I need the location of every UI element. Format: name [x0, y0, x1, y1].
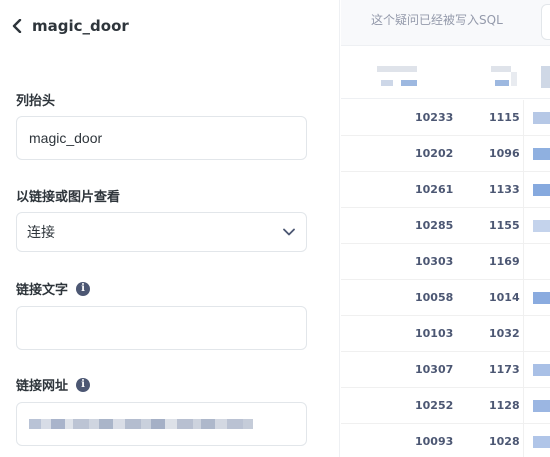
chevron-down-icon	[282, 225, 296, 239]
cell-value: 1155	[489, 219, 520, 232]
table-row[interactable]: 10093 1028	[341, 424, 550, 457]
cell-value: 1115	[489, 111, 520, 124]
display-as-label-text: 以链接或图片查看	[16, 190, 121, 205]
column-divider	[523, 388, 524, 424]
cell-value: 1173	[489, 363, 520, 376]
column-title-input[interactable]: magic_door	[16, 116, 307, 160]
link-text-label-text: 链接文字	[16, 283, 69, 298]
cell-id: 10303	[415, 255, 454, 268]
column-title-value: magic_door	[29, 130, 103, 146]
info-icon[interactable]: i	[76, 281, 91, 296]
cell-id: 10093	[415, 435, 454, 448]
link-url-label-text: 链接网址	[16, 379, 69, 394]
cell-id: 10285	[415, 219, 454, 232]
column-divider	[523, 172, 524, 208]
column-divider	[523, 100, 524, 136]
blurred-cell	[533, 436, 550, 448]
cell-id: 10233	[415, 111, 454, 124]
blurred-cell	[533, 112, 550, 124]
blurred-cell	[533, 184, 550, 196]
table-row[interactable]: 10303 1169	[341, 244, 550, 280]
column-title-label-text: 列抬头	[16, 94, 56, 109]
cell-value: 1014	[489, 291, 520, 304]
column-divider	[523, 280, 524, 316]
column-header-blurred[interactable]	[377, 66, 417, 72]
info-icon[interactable]: i	[76, 377, 91, 392]
table-row[interactable]: 10307 1173	[341, 352, 550, 388]
column-title-label: 列抬头	[16, 90, 55, 109]
table-row[interactable]: 10233 1115	[341, 100, 550, 136]
cell-value: 1028	[489, 435, 520, 448]
column-header-blurred[interactable]	[541, 66, 550, 88]
display-as-label: 以链接或图片查看	[16, 186, 120, 205]
blurred-cell	[533, 148, 550, 160]
query-notice-bar: 这个疑问已经被写入SQL	[341, 0, 550, 46]
cell-id: 10307	[415, 363, 454, 376]
table-row[interactable]: 10285 1155	[341, 208, 550, 244]
column-divider	[523, 208, 524, 244]
cell-id: 10103	[415, 327, 454, 340]
cell-value: 1128	[489, 399, 520, 412]
column-divider	[523, 352, 524, 388]
convert-sql-button[interactable]	[541, 4, 550, 40]
column-divider	[523, 244, 524, 280]
sort-indicator	[401, 80, 417, 86]
chevron-left-icon	[10, 19, 24, 33]
column-divider	[523, 136, 524, 172]
display-as-selected: 连接	[27, 225, 55, 241]
table-row[interactable]: 10252 1128	[341, 388, 550, 424]
blurred-cell	[533, 256, 550, 268]
table-row[interactable]: 10103 1032	[341, 316, 550, 352]
link-text-input[interactable]	[16, 306, 307, 350]
cell-value: 1032	[489, 327, 520, 340]
table-header	[341, 46, 550, 99]
cell-id: 10252	[415, 399, 454, 412]
display-as-select[interactable]: 连接	[16, 212, 307, 252]
link-url-label: 链接网址 i	[16, 375, 91, 394]
table-row[interactable]: 10261 1133	[341, 172, 550, 208]
link-url-input[interactable]	[16, 402, 307, 446]
column-header-blurred[interactable]	[491, 66, 511, 72]
cell-id: 10202	[415, 147, 454, 160]
column-header-blurred	[381, 80, 393, 86]
table-row[interactable]: 10058 1014	[341, 280, 550, 316]
link-text-label: 链接文字 i	[16, 279, 91, 298]
results-table: 10233 1115 10202 1096 10261 1133 10285 1…	[341, 100, 550, 457]
column-divider	[523, 424, 524, 457]
blurred-cell	[533, 400, 550, 412]
blurred-cell	[533, 328, 550, 340]
cell-value: 1133	[489, 183, 520, 196]
screen: magic_door 列抬头 magic_door 以链接或图片查看 连接 链接…	[0, 0, 550, 457]
blurred-cell	[533, 220, 550, 232]
redacted-url	[29, 418, 253, 430]
table-row[interactable]: 10202 1096	[341, 136, 550, 172]
panel-title: magic_door	[32, 17, 129, 35]
blurred-cell	[533, 292, 550, 304]
cell-value: 1096	[489, 147, 520, 160]
sort-indicator	[495, 80, 509, 86]
column-header-blurred	[511, 72, 517, 86]
cell-id: 10058	[415, 291, 454, 304]
column-divider	[523, 316, 524, 352]
blurred-cell	[533, 364, 550, 376]
cell-value: 1169	[489, 255, 520, 268]
back-to-columns[interactable]: magic_door	[10, 14, 129, 38]
column-settings-panel: magic_door 列抬头 magic_door 以链接或图片查看 连接 链接…	[0, 0, 340, 457]
sql-notice: 这个疑问已经被写入SQL	[371, 13, 503, 27]
cell-id: 10261	[415, 183, 454, 196]
